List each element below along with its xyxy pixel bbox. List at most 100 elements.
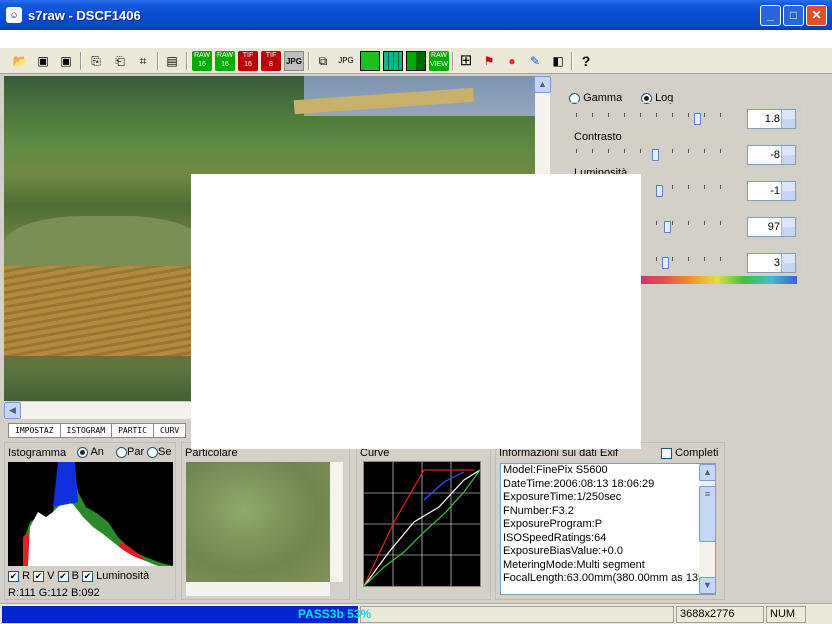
gamma-group: 1.8	[565, 102, 801, 132]
title-bar[interactable]: ☺ s7raw - DSCF1406 _ □ ✕	[0, 0, 832, 30]
minimize-button[interactable]: _	[760, 5, 781, 26]
scroll-left-icon[interactable]: ◀	[4, 402, 21, 419]
b-label: B	[71, 570, 79, 582]
blank-overlay	[191, 174, 641, 449]
status-bar: PASS3b 53% 3688x2776 NUM	[0, 603, 832, 624]
help-icon[interactable]: ?	[576, 51, 596, 71]
brightness-slider[interactable]	[656, 185, 663, 197]
close-button[interactable]: ✕	[806, 5, 827, 26]
tab-curv[interactable]: CURV	[152, 423, 187, 438]
preview-horizontal-scrollbar[interactable]: ◀	[4, 401, 191, 419]
sharpness-slider[interactable]	[662, 257, 669, 269]
exif-panel: Informazioni sui dati Exif Completi Mode…	[495, 442, 725, 600]
histogram-mode-par[interactable]: Par	[116, 446, 144, 458]
toolbar-separator	[80, 52, 82, 70]
luminosity-label: Luminosità	[96, 570, 150, 582]
crop-icon[interactable]: ⌗	[133, 51, 153, 71]
par-label: Par	[127, 446, 145, 458]
rgb-circles-icon[interactable]: ●	[502, 51, 522, 71]
contrast-group: Contrasto -8	[565, 131, 801, 168]
curve-svg	[363, 462, 481, 587]
split-icon[interactable]	[406, 51, 426, 71]
maximize-button[interactable]: □	[783, 5, 804, 26]
pipette-icon[interactable]: ✎	[525, 51, 545, 71]
histogram-panel: Istogramma An Par Se ✔ R ✔ V ✔ B ✔ Lumin…	[4, 442, 176, 600]
raw-view-icon[interactable]: RAW VIEW	[429, 51, 449, 71]
saturation-spinbox[interactable]: 97	[747, 217, 796, 237]
save-icon[interactable]: ▣	[33, 51, 53, 71]
scroll-down-icon[interactable]: ▼	[699, 577, 715, 594]
compare-icon[interactable]: ◧	[548, 51, 568, 71]
gamma-spinbox[interactable]: 1.8	[747, 109, 796, 129]
complete-checkbox[interactable]	[661, 447, 672, 459]
raw16-icon[interactable]: RAW 16	[192, 51, 212, 71]
v-label: V	[47, 570, 55, 582]
status-field	[360, 606, 674, 623]
r-label: R	[22, 570, 31, 582]
r-checkbox[interactable]: ✔	[8, 570, 19, 582]
layers-icon[interactable]: ▤	[162, 51, 182, 71]
rgb-readout: R:111 G:112 B:092	[8, 587, 100, 599]
detail-horizontal-scrollbar[interactable]	[186, 582, 330, 596]
luminosity-checkbox[interactable]: ✔	[82, 570, 94, 582]
raw16b-icon[interactable]: RAW 16	[215, 51, 235, 71]
open-folder-icon[interactable]: 📂	[10, 51, 30, 71]
jpg-icon[interactable]: JPG	[284, 51, 304, 71]
se-label: Se	[158, 446, 172, 458]
curve-chart[interactable]	[363, 461, 481, 587]
complete-label: Completi	[675, 447, 719, 459]
tiff8-icon[interactable]: TIF 8	[261, 51, 281, 71]
exif-line: ISOSpeedRatings:64	[503, 531, 607, 544]
b-checkbox[interactable]: ✔	[57, 570, 69, 582]
saturation-slider[interactable]	[664, 221, 671, 233]
color-gradient-bar	[637, 276, 797, 284]
tab-partic[interactable]: PARTIC	[111, 423, 154, 438]
copy-jpg-icon[interactable]: ⧉	[313, 51, 333, 71]
curve-panel: Curve	[356, 442, 491, 600]
grid-icon[interactable]	[383, 51, 403, 71]
menu-bar	[0, 30, 832, 48]
gamma-slider[interactable]	[694, 113, 701, 125]
contrast-label: Contrasto	[572, 131, 624, 143]
histogram-blue	[53, 462, 78, 507]
toolbar-separator	[452, 52, 454, 70]
copy-icon[interactable]: ⎘	[86, 51, 106, 71]
tab-impostaz[interactable]: IMPOSTAZ	[8, 423, 61, 438]
sharpness-spinbox[interactable]: 3	[747, 253, 796, 273]
toolbar-separator	[308, 52, 310, 70]
scroll-thumb[interactable]: ≡	[699, 486, 715, 542]
green-square-icon[interactable]	[360, 51, 380, 71]
scroll-up-icon[interactable]: ▲	[699, 464, 715, 481]
contrast-slider[interactable]	[652, 149, 659, 161]
brightness-spinbox[interactable]: -1	[747, 181, 796, 201]
detail-vertical-scrollbar[interactable]	[330, 462, 343, 582]
flag-icon[interactable]: ⚑	[479, 51, 499, 71]
exif-line: Model:FinePix S5600	[503, 464, 608, 476]
paste-icon[interactable]: ⎗	[110, 51, 130, 71]
se-radio[interactable]	[147, 446, 158, 458]
raw-app-icon[interactable]: ☺	[6, 7, 22, 23]
scroll-up-icon[interactable]: ▲	[534, 76, 551, 93]
jpg-out-icon[interactable]: JPG	[336, 51, 356, 71]
contrast-spinbox[interactable]: -8	[747, 145, 796, 165]
histogram-channels: ✔ R ✔ V ✔ B ✔ Luminosità	[8, 570, 149, 582]
exif-scrollbar[interactable]: ▲ ≡ ▼	[699, 464, 715, 594]
bottom-tabs: IMPOSTAZ ISTOGRAM PARTIC CURV	[8, 423, 187, 439]
an-radio[interactable]	[77, 446, 88, 458]
v-checkbox[interactable]: ✔	[33, 570, 45, 582]
save-as-icon[interactable]: ▣	[56, 51, 76, 71]
toolbar-separator	[186, 52, 188, 70]
histogram-mode-an[interactable]: An	[77, 446, 104, 458]
exif-list[interactable]: Model:FinePix S5600 DateTime:2006:08:13 …	[500, 463, 716, 595]
par-radio[interactable]	[116, 446, 127, 458]
detail-preview[interactable]	[186, 462, 330, 582]
tiff16-icon[interactable]: TIF 16	[238, 51, 258, 71]
histogram-mode-se[interactable]: Se	[147, 446, 171, 458]
exif-line: FNumber:F3.2	[503, 504, 574, 517]
complete-option[interactable]: Completi	[661, 447, 718, 459]
exif-line: ExposureBiasValue:+0.0	[503, 545, 623, 557]
tab-istogram[interactable]: ISTOGRAM	[59, 423, 113, 438]
curve-grid	[364, 462, 480, 586]
quad-grid-icon[interactable]: ⊞	[456, 51, 476, 71]
histogram-title: Istogramma	[8, 447, 67, 459]
